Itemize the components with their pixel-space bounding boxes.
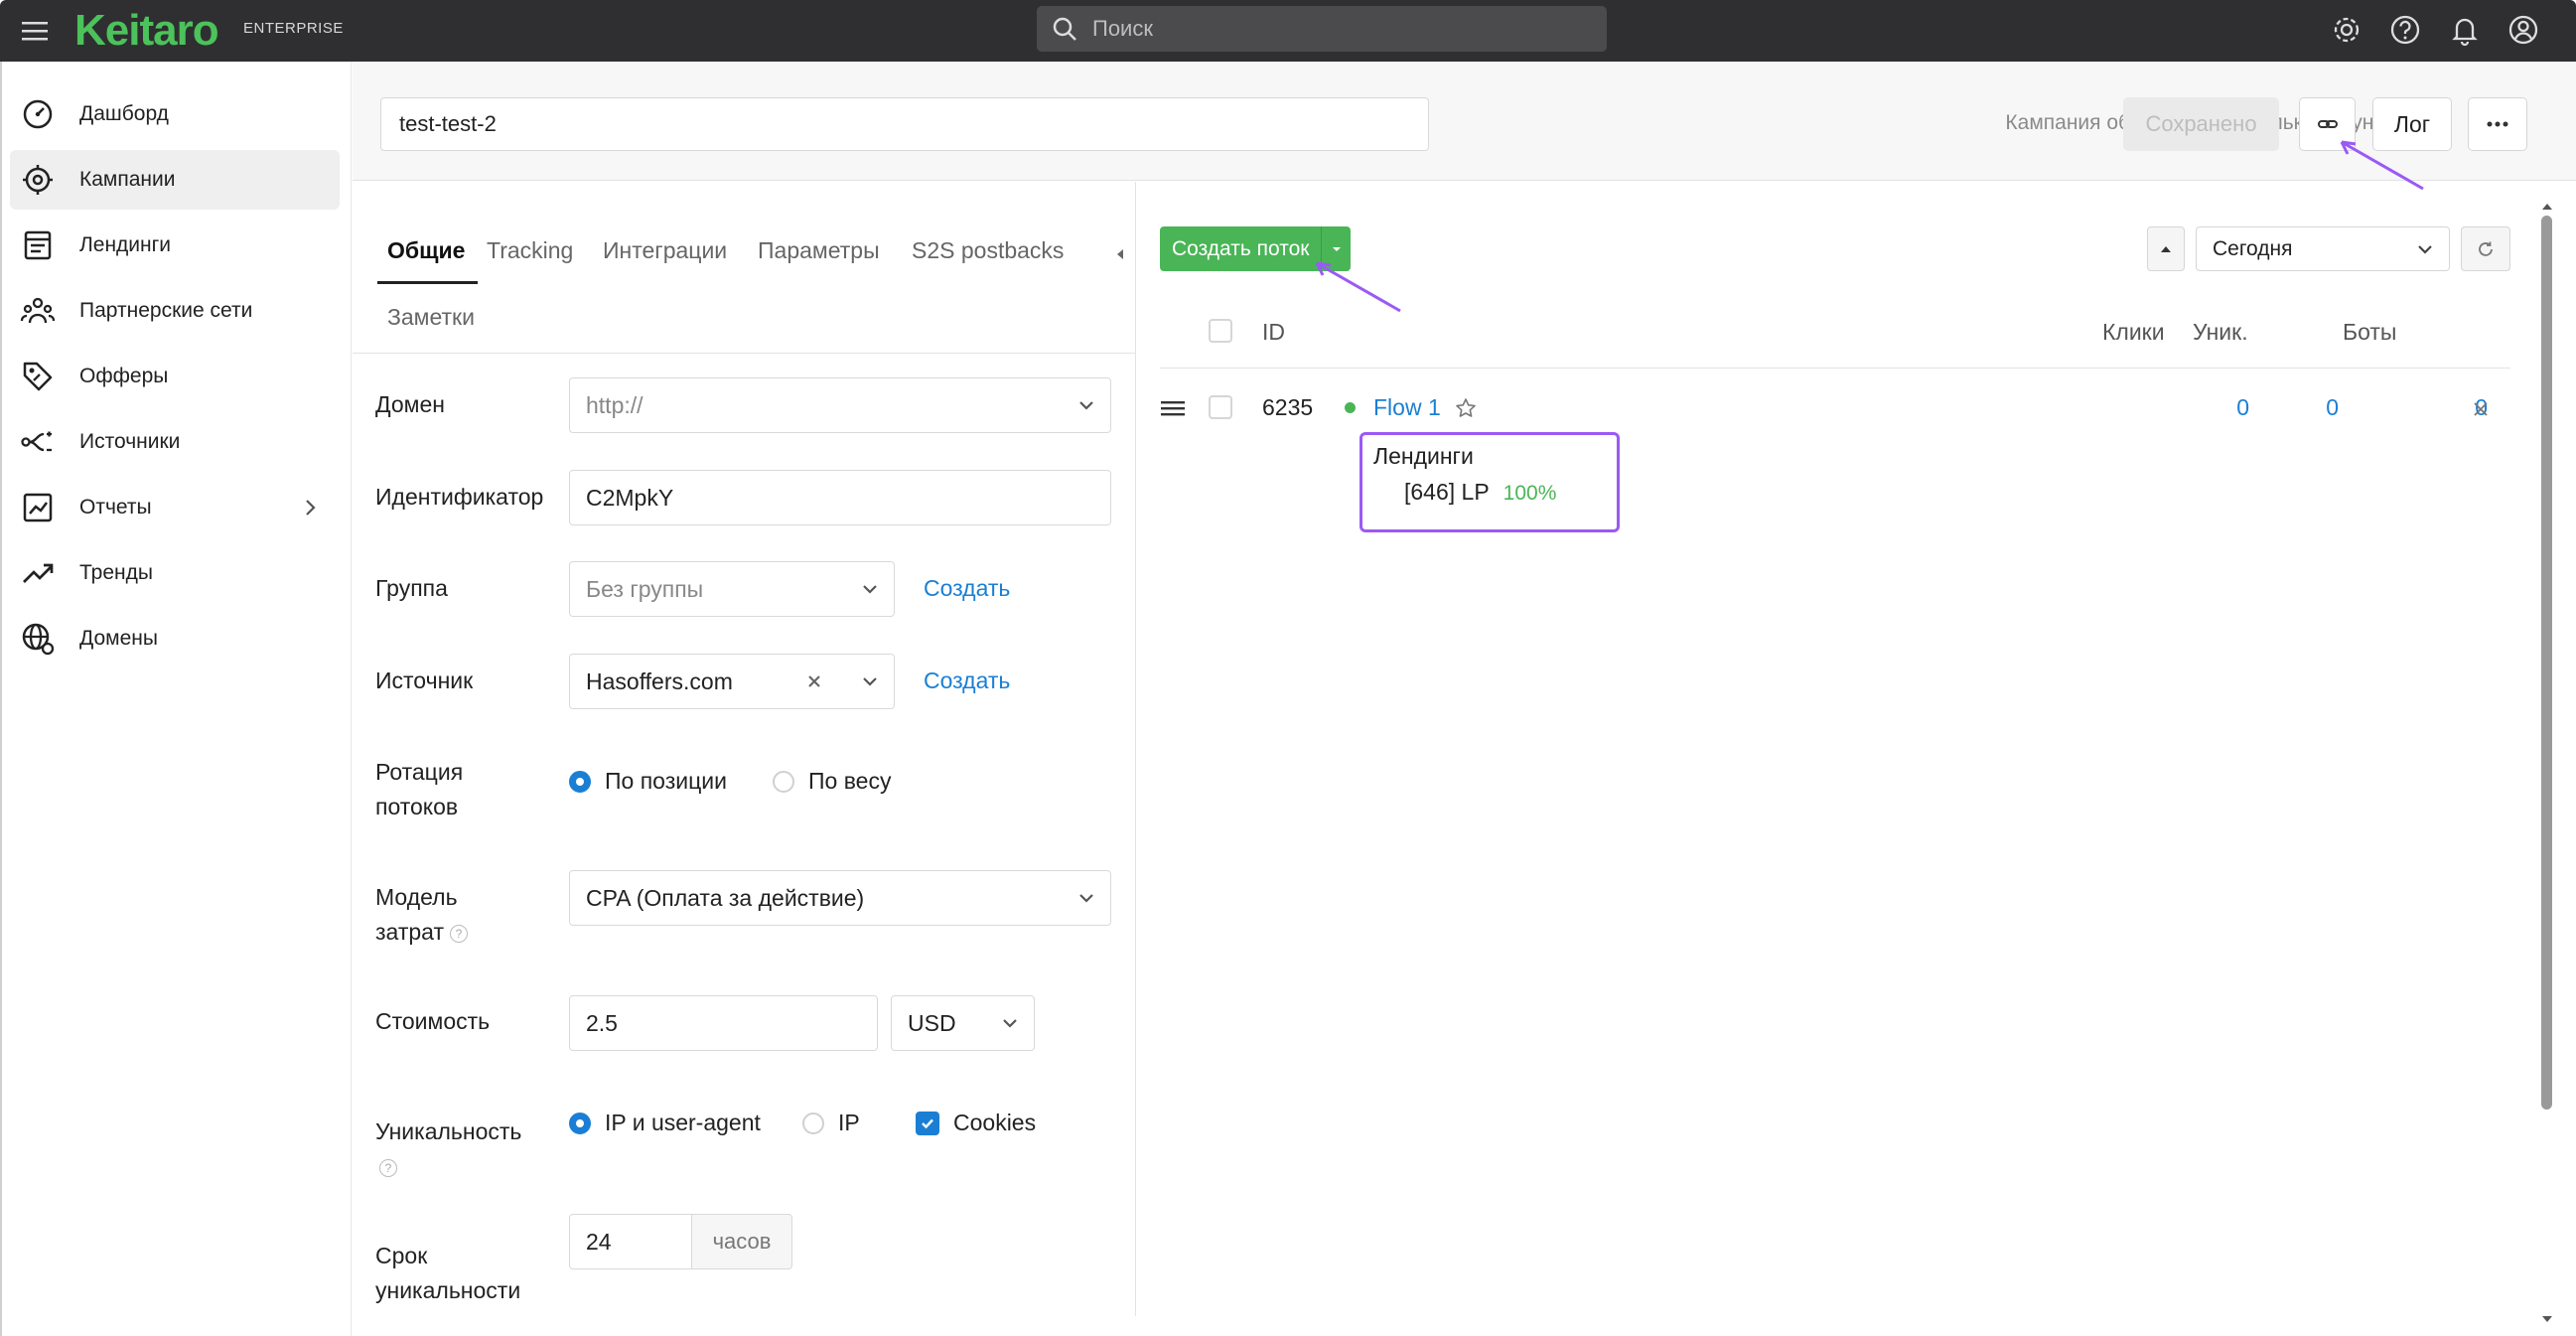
annotation-arrows bbox=[1315, 140, 2424, 313]
